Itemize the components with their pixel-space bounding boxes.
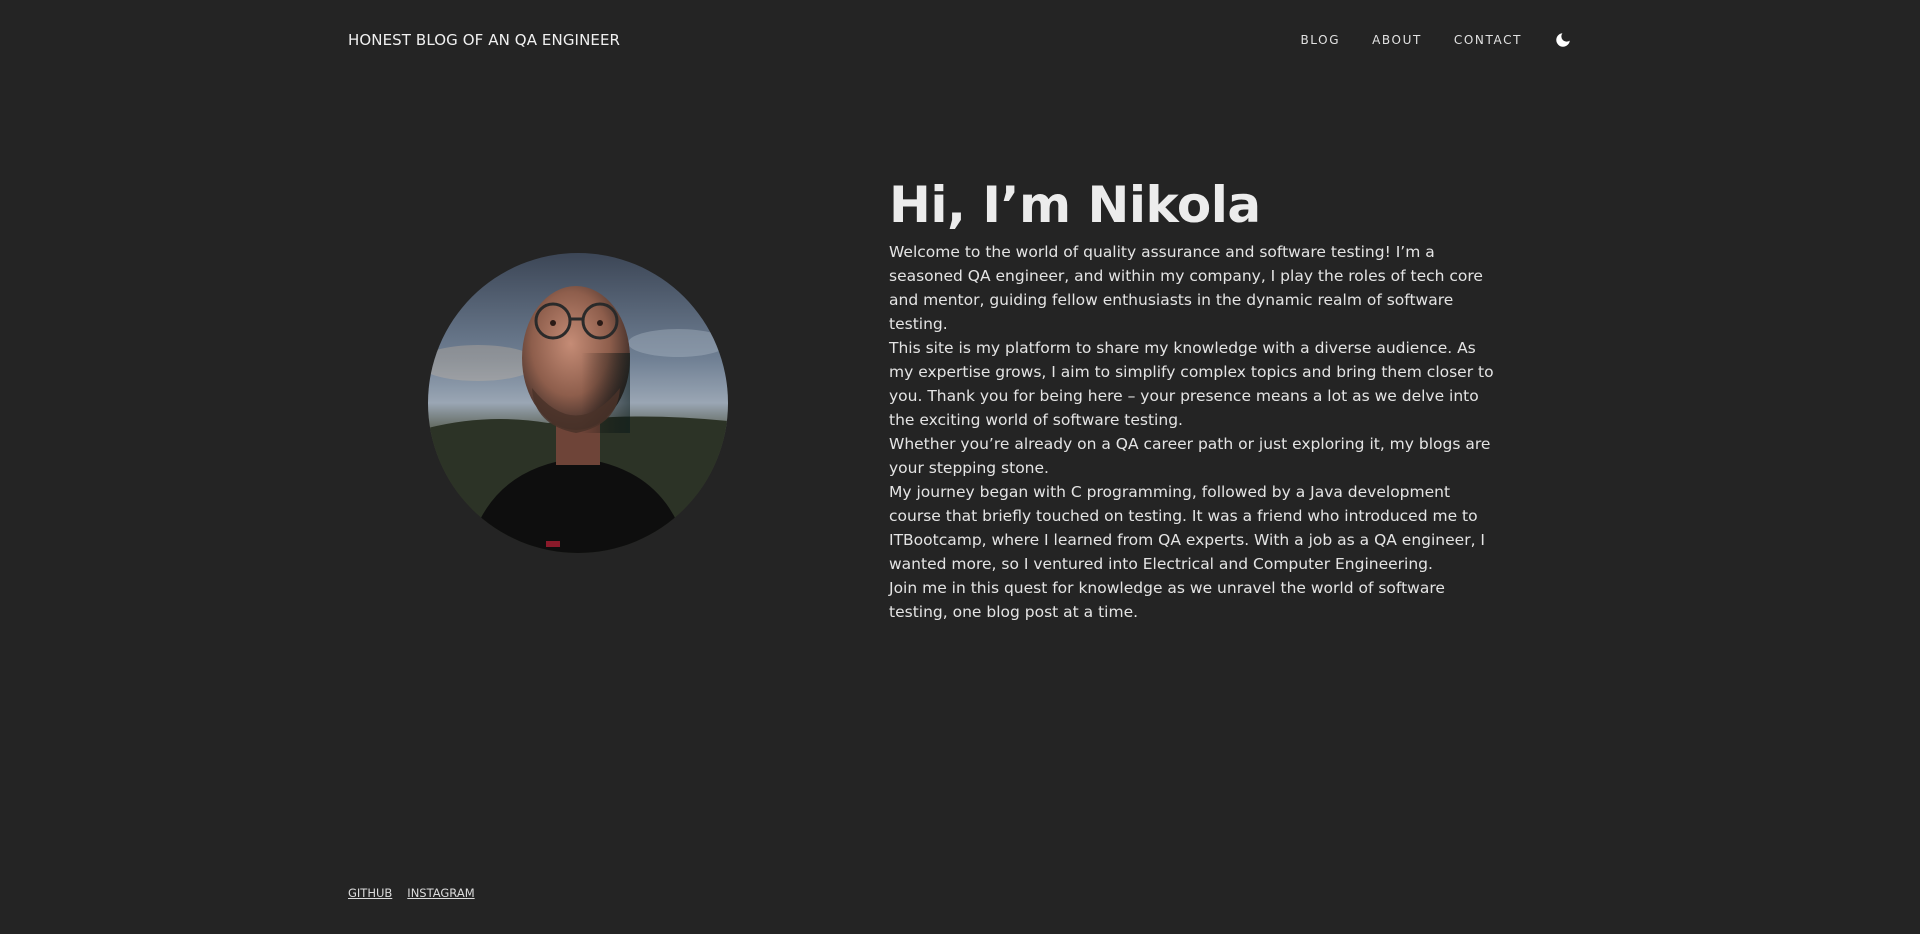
theme-toggle-button[interactable] xyxy=(1554,31,1572,49)
nav-item-about[interactable]: ABOUT xyxy=(1372,33,1422,47)
site-footer: GITHUB INSTAGRAM xyxy=(348,886,490,900)
site-header: HONEST BLOG OF AN QA ENGINEER BLOG ABOUT… xyxy=(348,0,1572,80)
profile-photo xyxy=(428,253,728,553)
page-title: Hi, I’m Nikola xyxy=(889,176,1261,234)
footer-link-github[interactable]: GITHUB xyxy=(348,886,392,900)
intro-paragraph: This site is my platform to share my kno… xyxy=(889,339,1494,429)
site-title-link[interactable]: HONEST BLOG OF AN QA ENGINEER xyxy=(348,31,620,49)
main-nav: BLOG ABOUT CONTACT xyxy=(1268,31,1572,49)
intro-paragraph: Welcome to the world of quality assuranc… xyxy=(889,243,1483,333)
hero-section: Hi, I’m Nikola Welcome to the world of q… xyxy=(348,170,1572,650)
intro-paragraph: My journey began with C programming, fol… xyxy=(889,483,1486,573)
footer-link-instagram[interactable]: INSTAGRAM xyxy=(407,886,474,900)
intro-section: Hi, I’m Nikola Welcome to the world of q… xyxy=(889,170,1499,624)
nav-item-blog[interactable]: BLOG xyxy=(1300,33,1340,47)
intro-paragraph: Join me in this quest for knowledge as w… xyxy=(889,579,1445,621)
page: HONEST BLOG OF AN QA ENGINEER BLOG ABOUT… xyxy=(0,0,1920,934)
intro-paragraph: Whether you’re already on a QA career pa… xyxy=(889,435,1491,477)
avatar xyxy=(428,253,728,553)
moon-icon xyxy=(1556,33,1570,47)
nav-item-contact[interactable]: CONTACT xyxy=(1454,33,1522,47)
